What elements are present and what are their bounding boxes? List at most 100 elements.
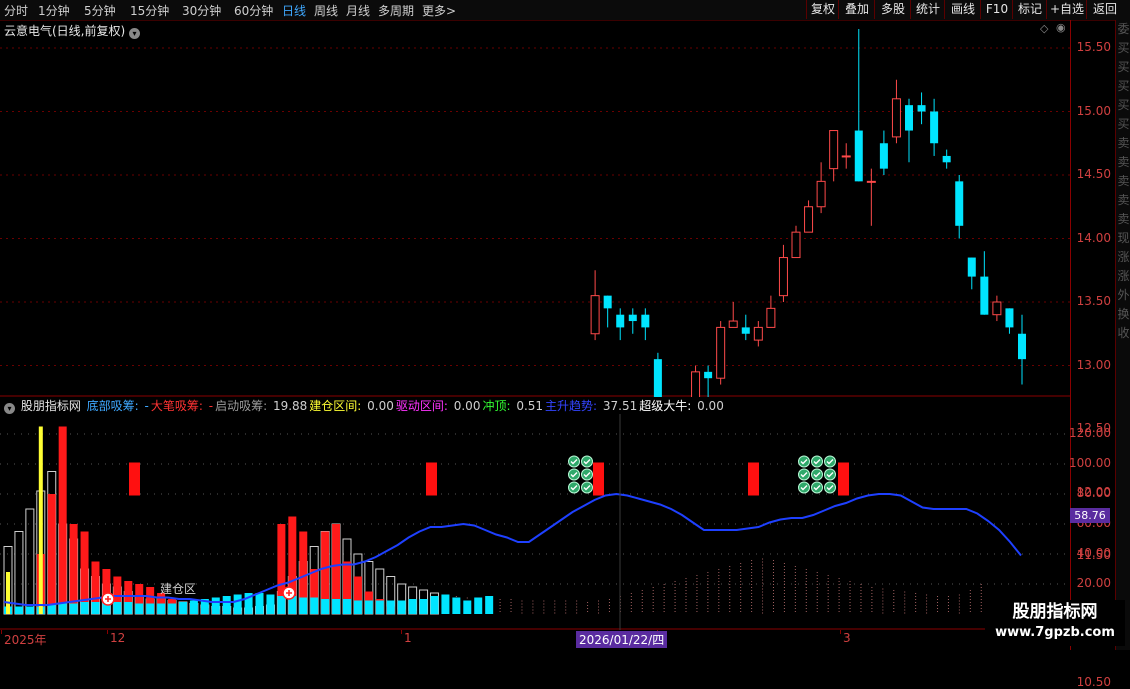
quote-panel-label: 外: [1117, 288, 1130, 302]
add-watchlist-button[interactable]: +自选: [1046, 0, 1087, 19]
candle: [891, 79, 901, 144]
quote-panel-label: 委: [1117, 22, 1130, 36]
indicator-item: 底部吸筹:: [86, 399, 143, 413]
check-icon-circle: [811, 468, 823, 481]
peak-bar: [25, 606, 34, 614]
quote-panel-label: 收: [1117, 326, 1130, 340]
tab-30min[interactable]: 30分钟: [182, 2, 221, 19]
indicator-item-value: 19.88: [272, 399, 308, 413]
candle-body: [616, 314, 625, 328]
indicator-item: 大笔吸筹:: [150, 399, 207, 413]
peak-bar: [430, 596, 439, 614]
candle: [1018, 314, 1026, 385]
candle: [653, 352, 662, 397]
big-buy-bar: [58, 426, 67, 614]
quote-panel-label: 换: [1117, 307, 1130, 321]
candle-body: [967, 257, 976, 277]
tab-fenshi[interactable]: 分时: [4, 2, 28, 19]
candle-body: [854, 130, 863, 182]
tab-weekly[interactable]: 周线: [314, 2, 338, 19]
date-label: 3: [843, 631, 851, 645]
candle-body: [829, 130, 839, 170]
indicator-item: 建仓区间:: [309, 399, 366, 413]
tab-more[interactable]: 更多>: [422, 2, 456, 19]
tab-monthly[interactable]: 月线: [346, 2, 370, 19]
candle: [603, 295, 612, 328]
check-icon: [798, 455, 810, 468]
candle: [691, 365, 701, 397]
candle-body: [653, 359, 662, 397]
peak-bar: [80, 602, 89, 614]
tab-1min[interactable]: 1分钟: [38, 2, 70, 19]
date-axis: 2025年12123: [0, 630, 1070, 650]
peak-bar: [375, 600, 384, 614]
check-icon-circle: [581, 481, 593, 494]
tab-5min[interactable]: 5分钟: [84, 2, 116, 19]
quote-panel-label: 卖: [1117, 212, 1130, 226]
quote-panel-label: 卖: [1117, 193, 1130, 207]
candle: [628, 308, 637, 334]
price-chart[interactable]: [0, 20, 1070, 397]
price-tick-label: 13.50: [1076, 294, 1111, 308]
check-icon-circle: [824, 481, 836, 494]
indicator-chart[interactable]: 建仓区: [0, 414, 1070, 630]
peak-bar: [321, 599, 330, 614]
quote-panel-label: 买: [1117, 79, 1130, 93]
check-icon: [811, 455, 823, 468]
peak-bar: [474, 597, 483, 614]
plus-circle-icon: [282, 586, 296, 600]
date-tick: [1, 630, 2, 634]
build-zone-bar: [6, 572, 10, 614]
peak-bar: [266, 594, 275, 614]
check-icon: [568, 455, 580, 468]
tab-60min[interactable]: 60分钟: [234, 2, 273, 19]
price-tick-label: 14.00: [1076, 230, 1111, 245]
indicator-source: 股朋指标网: [20, 399, 81, 413]
indicator-menu-icon[interactable]: ▾: [4, 403, 15, 414]
peak-bar: [419, 599, 428, 614]
f10-button[interactable]: F10: [980, 0, 1013, 19]
check-icon: [568, 468, 580, 481]
peak-bar: [124, 602, 133, 614]
candle-body: [778, 257, 788, 297]
peak-bar: [14, 606, 23, 614]
restore-rights-button[interactable]: 复权: [806, 0, 839, 19]
quote-side-panel[interactable]: 委买买买买买卖卖卖卖卖现涨涨外换收: [1115, 20, 1130, 650]
mark-button[interactable]: 标记: [1012, 0, 1047, 19]
indicator-item-value: -: [144, 399, 149, 413]
check-icon-circle: [581, 455, 593, 468]
check-icon-circle: [568, 468, 580, 481]
candle: [590, 270, 600, 341]
peak-bar: [299, 597, 308, 614]
back-button[interactable]: 返回: [1086, 0, 1123, 19]
check-icon: [581, 455, 593, 468]
peak-bar: [277, 596, 286, 614]
peak-bar: [157, 603, 166, 614]
indicator-item-value: 0.51: [516, 399, 544, 413]
current-value-badge: 58.76: [1070, 508, 1110, 523]
big-buy-bar: [80, 531, 89, 614]
candle: [778, 244, 788, 302]
candle: [804, 200, 814, 233]
candle-body: [841, 155, 851, 158]
check-icon-circle: [824, 468, 836, 481]
candle: [866, 168, 876, 226]
peak-bar: [178, 602, 187, 614]
signal-block: [593, 462, 604, 496]
tab-more-label: 更多: [422, 4, 447, 18]
multi-stock-button[interactable]: 多股: [874, 0, 911, 19]
tab-multi-period[interactable]: 多周期: [378, 2, 414, 19]
overlay-button[interactable]: 叠加: [838, 0, 875, 19]
peak-bar: [47, 605, 56, 614]
peak-bar: [146, 603, 155, 614]
candle: [616, 308, 625, 341]
peak-bar: [189, 600, 198, 614]
statistics-button[interactable]: 统计: [910, 0, 945, 19]
quote-panel-label: 买: [1117, 117, 1130, 131]
price-tick-label: 15.00: [1076, 103, 1111, 118]
tab-daily[interactable]: 日线: [282, 2, 306, 19]
chevron-right-icon: >: [446, 4, 457, 18]
draw-line-button[interactable]: 画线: [944, 0, 981, 19]
quote-panel-label: 买: [1117, 60, 1130, 74]
tab-15min[interactable]: 15分钟: [130, 2, 169, 19]
